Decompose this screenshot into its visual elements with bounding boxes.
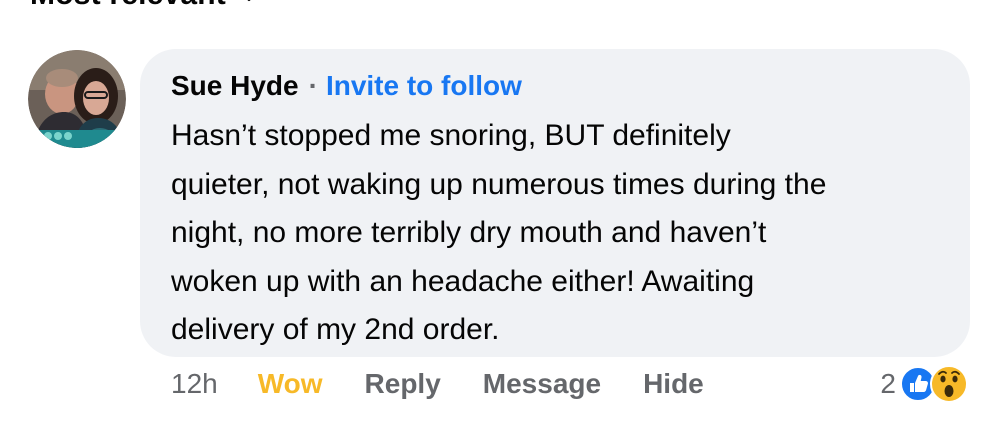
wow-reaction-button[interactable]: Wow (258, 368, 323, 400)
comment-section: Most relevant (0, 0, 1000, 428)
hide-button[interactable]: Hide (643, 368, 704, 400)
comment-text: Hasn’t stopped me snoring, BUT definitel… (171, 119, 827, 346)
chevron-down-icon (247, 0, 251, 2)
separator-dot: · (308, 70, 318, 101)
timestamp[interactable]: 12h (171, 368, 218, 400)
reaction-count: 2 (880, 368, 896, 399)
wow-emoji-icon (930, 365, 968, 403)
comment-actions: 12h Wow Reply Message Hide (171, 368, 704, 400)
reaction-summary[interactable]: 2 (880, 364, 972, 404)
sort-label: Most relevant (30, 0, 226, 12)
invite-to-follow-link[interactable]: Invite to follow (326, 67, 522, 105)
message-button[interactable]: Message (483, 368, 601, 400)
author-name[interactable]: Sue Hyde (171, 67, 299, 105)
sort-dropdown[interactable]: Most relevant (30, 0, 258, 12)
avatar[interactable] (28, 50, 126, 148)
comment-header: Sue Hyde · Invite to follow (171, 67, 940, 105)
reply-button[interactable]: Reply (365, 368, 441, 400)
comment-bubble: Sue Hyde · Invite to follow Hasn’t stopp… (140, 49, 970, 357)
user-avatar-icon (28, 50, 126, 148)
reaction-icons (900, 364, 972, 404)
